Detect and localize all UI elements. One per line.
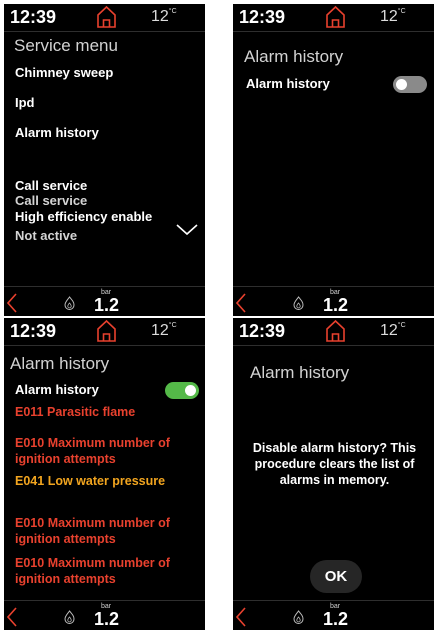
chevron-down-icon[interactable] [176, 224, 198, 236]
clock: 12:39 [10, 321, 57, 341]
temperature-readout: 12°C [380, 8, 406, 25]
page-title: Alarm history [10, 354, 110, 373]
high-efficiency-value: Not active [15, 228, 78, 243]
alarm-entry: E011 Parasitic flame [15, 405, 136, 419]
back-chevron-icon[interactable] [236, 607, 246, 627]
flame-icon [64, 296, 75, 310]
toggle-knob [185, 385, 196, 396]
menu-item-chimney-sweep[interactable]: Chimney sweep [15, 65, 113, 80]
call-service-value: Call service [15, 193, 88, 208]
status-bar: 12:39 12°C [233, 318, 434, 346]
alarm-history-toggle[interactable] [165, 382, 199, 399]
confirm-message: Disable alarm history? This procedure cl… [252, 441, 417, 487]
alarm-entry: E010 Maximum number of ignition attempts [15, 436, 170, 466]
footer-bar: bar 1.2 [233, 600, 434, 630]
alarm-history-toggle-label: Alarm history [246, 76, 330, 91]
temperature-readout: 12°C [151, 8, 177, 25]
alarm-history-toggle-label: Alarm history [15, 382, 99, 397]
footer-bar: bar 1.2 [4, 286, 205, 316]
clock: 12:39 [10, 7, 57, 27]
status-bar: 12:39 12°C [4, 318, 205, 346]
flame-icon [293, 610, 304, 624]
footer-bar: bar 1.2 [233, 286, 434, 316]
back-chevron-icon[interactable] [7, 293, 17, 313]
alarm-entry: E010 Maximum number of ignition attempts [15, 556, 170, 586]
menu-item-high-efficiency[interactable]: High efficiency enable [15, 209, 152, 224]
status-bar: 12:39 12°C [233, 4, 434, 32]
menu-item-alarm-history[interactable]: Alarm history [15, 125, 99, 140]
temperature-readout: 12°C [151, 322, 177, 339]
service-menu-screen: 12:39 12°C Service menu Chimney sweep Ip… [4, 4, 205, 316]
clock: 12:39 [239, 321, 286, 341]
menu-item-ipd[interactable]: Ipd [15, 95, 35, 110]
ok-button[interactable]: OK [310, 560, 362, 593]
flame-icon [64, 610, 75, 624]
alarm-history-on-screen: 12:39 12°C Alarm history Alarm history E… [4, 318, 205, 630]
alarm-history-toggle[interactable] [393, 76, 427, 93]
back-chevron-icon[interactable] [236, 293, 246, 313]
home-icon[interactable] [96, 5, 117, 29]
menu-item-call-service[interactable]: Call service [15, 178, 87, 193]
alarm-history-off-screen: 12:39 12°C Alarm history Alarm history b… [233, 4, 434, 316]
page-title: Alarm history [250, 363, 350, 382]
pressure-value: 1.2 [94, 609, 120, 629]
home-icon[interactable] [96, 319, 117, 343]
status-bar: 12:39 12°C [4, 4, 205, 32]
back-chevron-icon[interactable] [7, 607, 17, 627]
temperature-readout: 12°C [380, 322, 406, 339]
clock: 12:39 [239, 7, 286, 27]
footer-bar: bar 1.2 [4, 600, 205, 630]
disable-alarm-history-screen: 12:39 12°C Alarm history Disable alarm h… [233, 318, 434, 630]
alarm-entry: E041 Low water pressure [15, 474, 166, 488]
toggle-knob [396, 79, 407, 90]
alarm-entry: E010 Maximum number of ignition attempts [15, 516, 170, 546]
pressure-value: 1.2 [323, 295, 349, 315]
page-title: Service menu [14, 36, 118, 55]
home-icon[interactable] [325, 5, 346, 29]
pressure-value: 1.2 [94, 295, 120, 315]
flame-icon [293, 296, 304, 310]
page-title: Alarm history [244, 47, 344, 66]
pressure-value: 1.2 [323, 609, 349, 629]
home-icon[interactable] [325, 319, 346, 343]
